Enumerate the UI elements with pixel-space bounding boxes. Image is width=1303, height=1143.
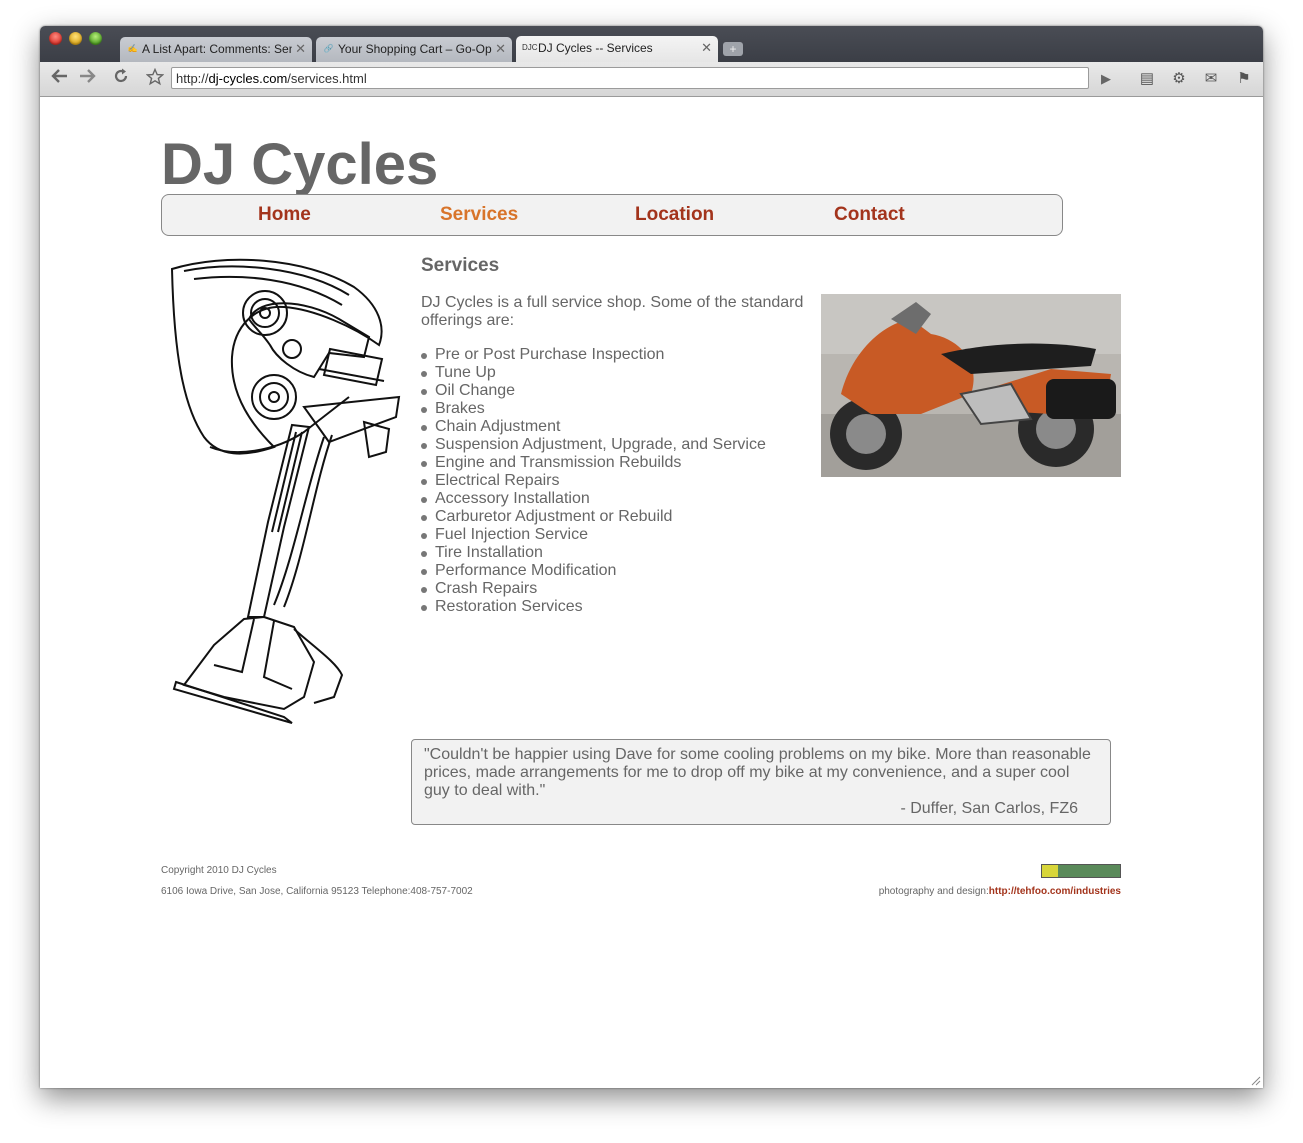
page-viewport: DJ Cycles Home Services Location Contact (40, 97, 1263, 1088)
zoom-window-button[interactable] (89, 32, 102, 45)
tab-title: DJ Cycles -- Services (538, 41, 653, 55)
section-title: Services (421, 255, 500, 276)
tab-favicon-icon: DJC (522, 43, 538, 52)
tab-favicon-icon: ✍ (127, 44, 138, 53)
service-item: Accessory Installation (421, 490, 766, 508)
back-arrow-icon[interactable] (48, 68, 72, 90)
tab-title: Your Shopping Cart – Go-Op (338, 42, 492, 56)
mail-icon[interactable]: ✉ (1200, 69, 1222, 89)
service-item: Crash Repairs (421, 580, 766, 598)
nav-services[interactable]: Services (440, 204, 518, 226)
service-item: Oil Change (421, 382, 766, 400)
url-scheme: http:// (176, 71, 209, 86)
reload-icon[interactable] (109, 68, 133, 90)
derailleur-drawing (170, 258, 401, 724)
footer-credit: photography and design:http://tehfoo.com… (879, 886, 1121, 897)
service-item: Tune Up (421, 364, 766, 382)
new-tab-button[interactable]: + (723, 42, 743, 56)
footer-copyright: Copyright 2010 DJ Cycles (161, 865, 277, 876)
site-title: DJ Cycles (161, 132, 439, 197)
badge-right-swatch (1058, 865, 1120, 877)
address-bar[interactable]: http://dj-cycles.com/services.html (171, 67, 1089, 89)
testimonial-text: "Couldn't be happier using Dave for some… (424, 746, 1091, 799)
credit-label: photography and design: (878, 886, 989, 897)
url-domain: dj-cycles.com (208, 71, 288, 86)
close-tab-icon[interactable]: ✕ (295, 41, 306, 57)
service-item: Restoration Services (421, 598, 766, 616)
intro-text: DJ Cycles is a full service shop. Some o… (421, 294, 804, 329)
close-window-button[interactable] (49, 32, 62, 45)
nav-home[interactable]: Home (258, 204, 311, 226)
tab-strip: ✍ A List Apart: Comments: Sen ✕ 🔗 Your S… (40, 26, 1263, 62)
tab-a-list-apart[interactable]: ✍ A List Apart: Comments: Sen ✕ (120, 37, 312, 62)
feed-icon[interactable]: ⚑ (1233, 69, 1255, 89)
service-item: Brakes (421, 400, 766, 418)
play-icon[interactable]: ▶ (1096, 68, 1116, 90)
testimonial-box: "Couldn't be happier using Dave for some… (411, 739, 1111, 825)
browser-window: ✍ A List Apart: Comments: Sen ✕ 🔗 Your S… (40, 26, 1263, 1088)
service-item: Suspension Adjustment, Upgrade, and Serv… (421, 436, 766, 454)
tab-dj-cycles[interactable]: DJC DJ Cycles -- Services ✕ (516, 36, 718, 62)
minimize-window-button[interactable] (69, 32, 82, 45)
page-menu-icon[interactable]: ▤ (1136, 69, 1158, 89)
service-item: Chain Adjustment (421, 418, 766, 436)
service-item: Carburetor Adjustment or Rebuild (421, 508, 766, 526)
url-path: /services.html (287, 71, 367, 86)
badge-left-swatch (1042, 865, 1058, 877)
star-icon[interactable] (143, 67, 167, 90)
tab-shopping-cart[interactable]: 🔗 Your Shopping Cart – Go-Op ✕ (316, 37, 512, 62)
nav-location[interactable]: Location (635, 204, 714, 226)
credit-link[interactable]: http://tehfoo.com/industries (989, 886, 1121, 897)
tab-favicon-icon: 🔗 (323, 44, 334, 53)
nav-contact[interactable]: Contact (834, 204, 905, 226)
testimonial-attribution: - Duffer, San Carlos, FZ6 (900, 800, 1078, 817)
service-item: Fuel Injection Service (421, 526, 766, 544)
service-item: Engine and Transmission Rebuilds (421, 454, 766, 472)
service-item: Pre or Post Purchase Inspection (421, 346, 766, 364)
service-item: Electrical Repairs (421, 472, 766, 490)
service-item: Performance Modification (421, 562, 766, 580)
gear-icon[interactable]: ⚙ (1168, 69, 1190, 89)
forward-arrow-icon[interactable] (75, 68, 99, 90)
service-item: Tire Installation (421, 544, 766, 562)
services-list: Pre or Post Purchase Inspection Tune Up Oi… (421, 346, 766, 616)
designer-badge[interactable] (1041, 864, 1121, 878)
close-tab-icon[interactable]: ✕ (701, 40, 712, 56)
main-nav: Home Services Location Contact (161, 194, 1063, 236)
footer-address: 6106 Iowa Drive, San Jose, California 95… (161, 886, 473, 897)
close-tab-icon[interactable]: ✕ (495, 41, 506, 57)
browser-toolbar: http://dj-cycles.com/services.html ▶ ▤ ⚙… (40, 62, 1263, 97)
resize-handle-icon[interactable] (1251, 1076, 1261, 1086)
motorcycle-photo (821, 294, 1121, 477)
tab-title: A List Apart: Comments: Sen (142, 42, 292, 56)
